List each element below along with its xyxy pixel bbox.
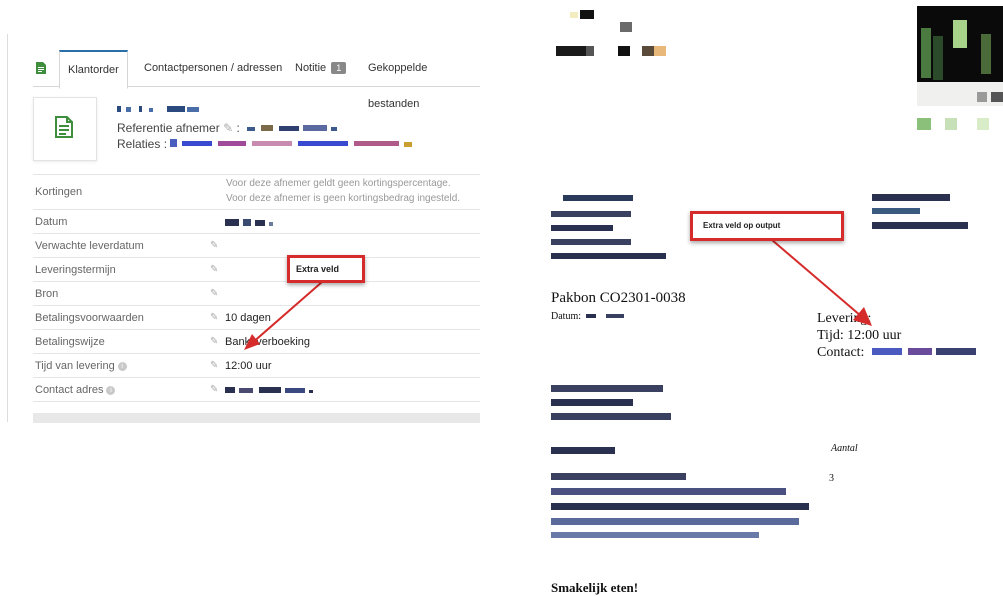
callout-extra-veld-op-output: Extra veld op output — [690, 211, 844, 241]
arrowhead-right — [853, 307, 872, 326]
callout-extra-veld: Extra veld — [287, 255, 365, 283]
arrowhead-left — [244, 334, 260, 350]
arrow-line-right — [771, 239, 862, 317]
annotation-arrows — [244, 239, 872, 350]
arrow-line-left — [250, 281, 323, 345]
